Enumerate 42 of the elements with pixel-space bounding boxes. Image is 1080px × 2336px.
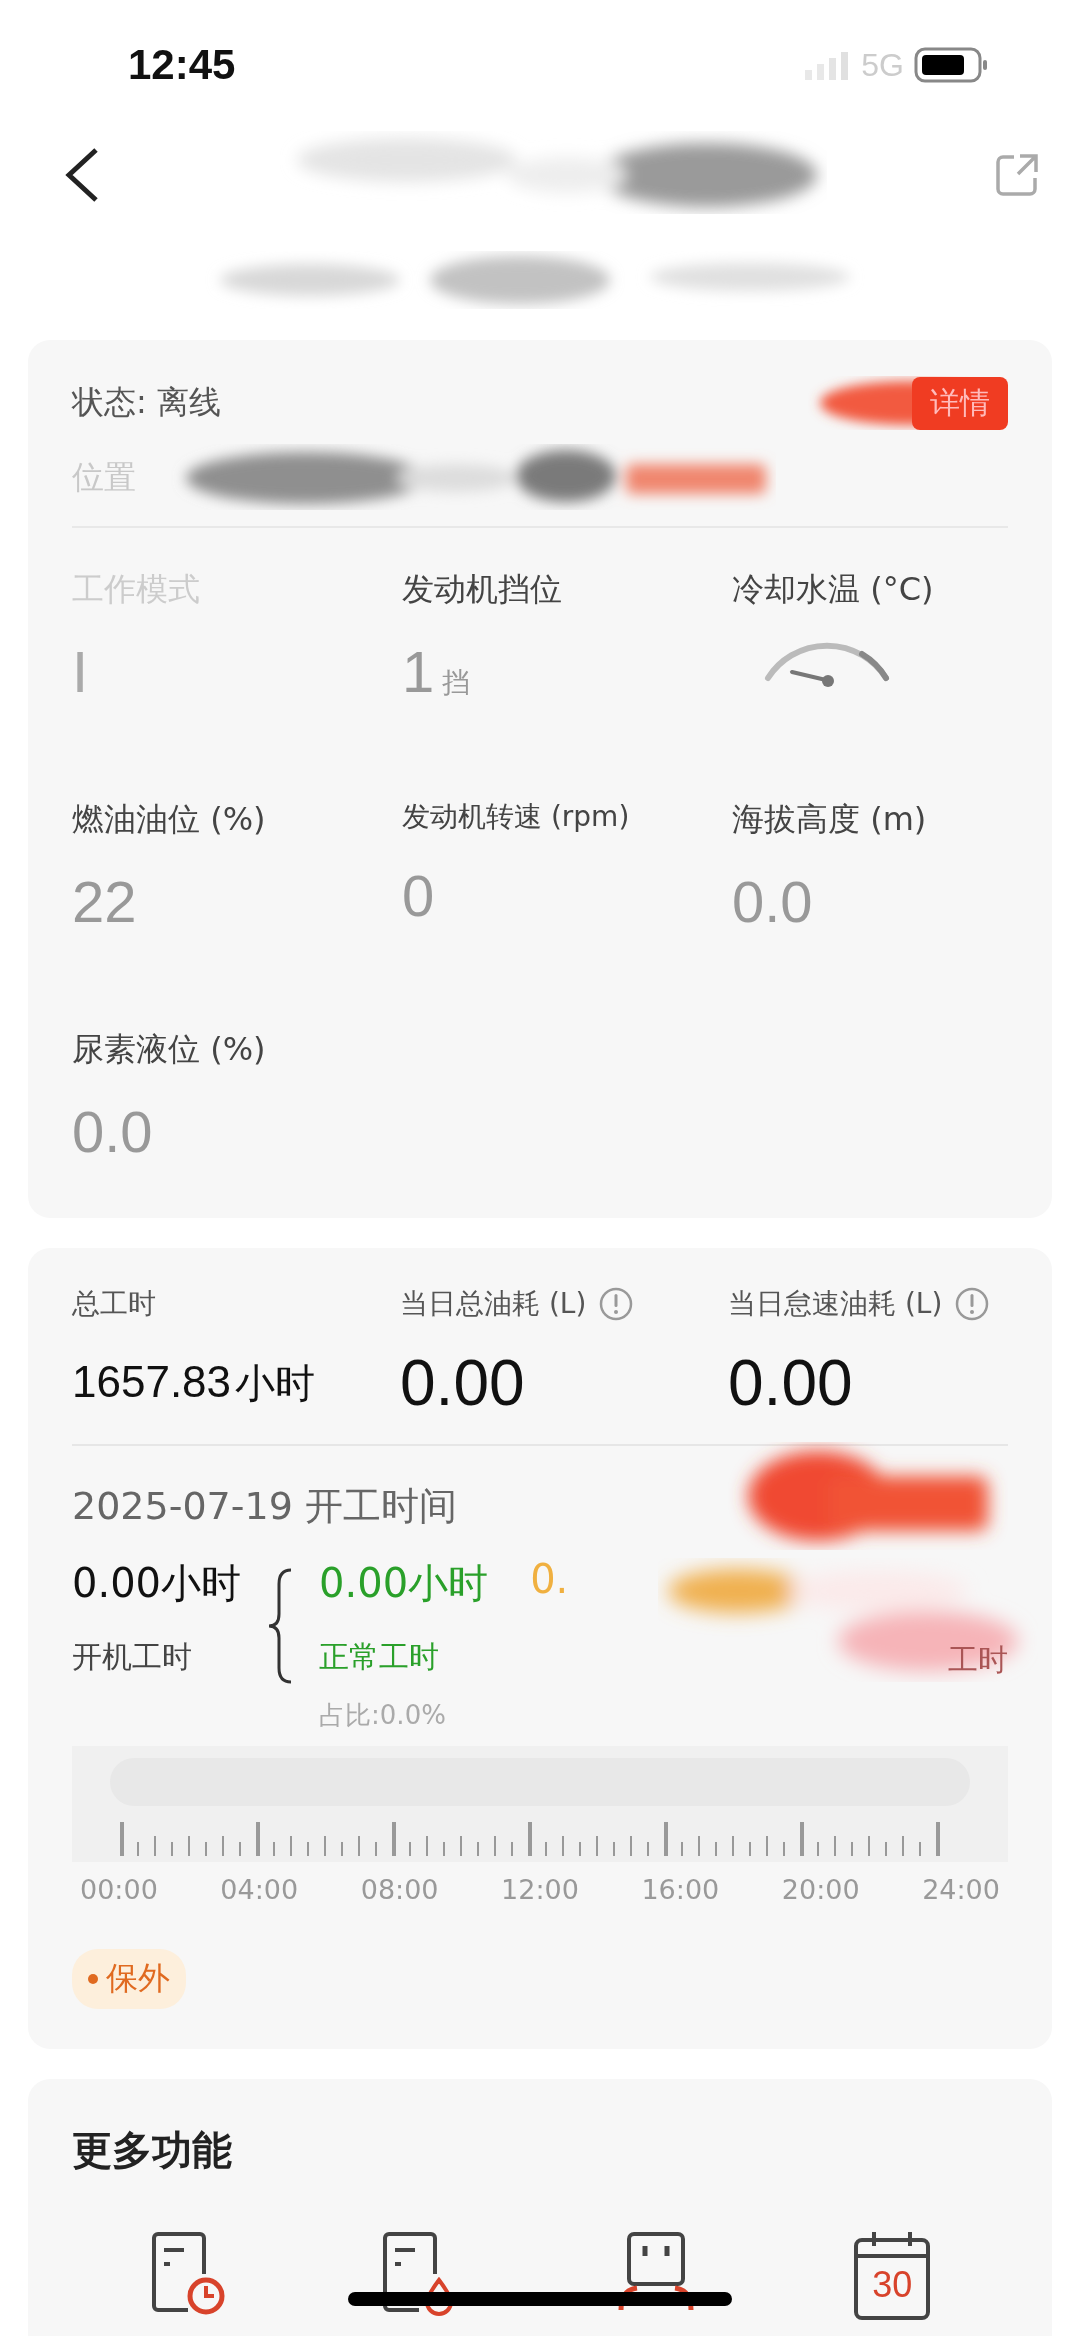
section-title: 更多功能 [72,2127,232,2173]
time-label: 20:00 [781,1874,860,1905]
normal-hours: 0.00小时 [319,1559,489,1608]
time-label: 08:00 [360,1874,439,1905]
ratio-text: 占比:0.0% [319,1699,447,1732]
metric-value: 22 [72,868,138,935]
detail-button[interactable]: 详情 [912,376,1008,430]
time-label: 04:00 [220,1874,299,1905]
metric-value: 0 [402,862,436,929]
warranty-badge: 保外 [72,1949,186,2009]
metric-label: 冷却水温 (°C) [732,569,935,610]
time-label: 00:00 [80,1874,158,1905]
power-on-hours: 0.00小时 [72,1559,242,1608]
stat-label: 当日总油耗 (L) [400,1286,587,1322]
metric-label: 发动机转速 (rpm) [402,799,631,835]
clock-time: 12:45 [128,41,236,89]
hours-label: 工时 [948,1641,1008,1679]
battery-icon [914,47,990,83]
time-label: 16:00 [641,1874,720,1905]
info-icon[interactable] [954,1286,991,1322]
normal-hours-label: 正常工时 [319,1638,441,1676]
metric-label: 尿素液位 (%) [72,1029,267,1070]
metric-label: 发动机挡位 [402,569,563,610]
work-date-title: 2025-07-19 开工时间 [72,1482,457,1530]
info-icon[interactable] [598,1286,635,1322]
stat-value: 1657.83小时 [72,1356,317,1408]
metric-label: 燃油油位 (%) [72,799,267,840]
stat-value: 0.00 [400,1346,526,1420]
power-on-label: 开机工时 [72,1638,193,1676]
stat-label: 总工时 [72,1286,156,1322]
status-text: 状态: 离线 [72,382,221,423]
back-icon[interactable] [64,147,100,203]
idle-hours: 0. [530,1556,569,1602]
stat-value: 0.00 [728,1346,854,1420]
metric-value: 0.0 [72,1098,154,1165]
stat-label: 当日怠速油耗 (L) [728,1286,943,1322]
metric-value: 0.0 [732,868,814,935]
metric-value: I [72,638,90,705]
time-label: 12:00 [501,1874,579,1905]
time-label: 24:00 [922,1874,1000,1905]
metric-value: 1 挡 [402,638,472,705]
metric-label: 海拔高度 (m) [732,799,928,840]
